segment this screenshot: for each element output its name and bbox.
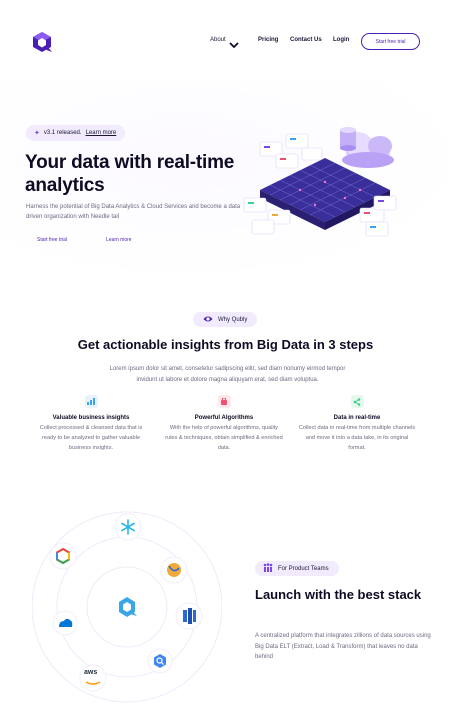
azure-cloud-icon (52, 610, 78, 636)
aws-label: aws (84, 669, 98, 676)
hero-title: Your data with real-time analytics (25, 152, 235, 196)
feature-title: Valuable business insights (52, 415, 130, 421)
feature-realtime-data: Data in real-time Collect data in real-t… (298, 395, 416, 453)
feature-business-insights: Valuable business insights Collect proce… (32, 395, 150, 453)
stack-title: Launch with the best stack (255, 587, 422, 602)
nav-contact[interactable]: Contact Us (290, 37, 322, 43)
nav-pricing[interactable]: Pricing (258, 37, 278, 43)
feature-title: Powerful Algorithms (194, 415, 254, 421)
nav-about[interactable]: About (210, 37, 226, 43)
center-logo-icon (109, 589, 145, 625)
team-icon (263, 563, 273, 574)
search-analytics-icon (147, 648, 173, 674)
release-badge: ✦ v3.1 released. Learn more (26, 125, 126, 141)
product-teams-badge: For Product Teams (255, 561, 339, 576)
sparkle-icon: ✦ (34, 130, 40, 137)
why-qubly-label: Why Qubly (218, 316, 248, 323)
hero-start-trial-button[interactable]: Start free trial (37, 237, 67, 243)
chevron-down-icon[interactable] (229, 36, 239, 49)
feature-powerful-algorithms: Powerful Algorithms With the help of pow… (165, 395, 283, 453)
product-teams-label: For Product Teams (278, 565, 329, 572)
hero-learn-more-button[interactable]: Learn more (106, 237, 132, 243)
feature-desc: Collect data in real-time from multiple … (298, 425, 416, 451)
integrations-orbit: aws (31, 508, 223, 708)
hero-subtitle: Harness the potential of Big Data Analyt… (26, 204, 241, 220)
release-version: v3.1 released. (43, 130, 82, 136)
feature-desc: Collect processed & cleansed data that i… (39, 425, 143, 451)
feature-desc: With the help of powerful algorithms, qu… (165, 425, 283, 451)
database-icon (175, 602, 203, 630)
eye-icon (203, 315, 213, 325)
start-trial-button[interactable]: Start free trial (361, 33, 420, 50)
bar-chart-icon (84, 395, 98, 408)
snowflake-icon (114, 513, 142, 541)
data-platform-illustration (240, 120, 410, 255)
google-cloud-icon (49, 542, 77, 570)
stack-description: A centralized platform that integrates z… (255, 633, 431, 660)
algorithm-icon (217, 395, 231, 408)
share-icon (350, 395, 364, 408)
globe-icon (160, 556, 188, 584)
feature-title: Data in real-time (333, 415, 381, 421)
nav-login[interactable]: Login (333, 37, 349, 43)
steps-subtitle: Lorem ipsum dolor sit amet, consetetur s… (109, 366, 346, 383)
steps-title: Get actionable insights from Big Data in… (77, 337, 374, 352)
release-learn-more-link[interactable]: Learn more (86, 130, 117, 136)
why-qubly-badge: Why Qubly (193, 312, 258, 327)
